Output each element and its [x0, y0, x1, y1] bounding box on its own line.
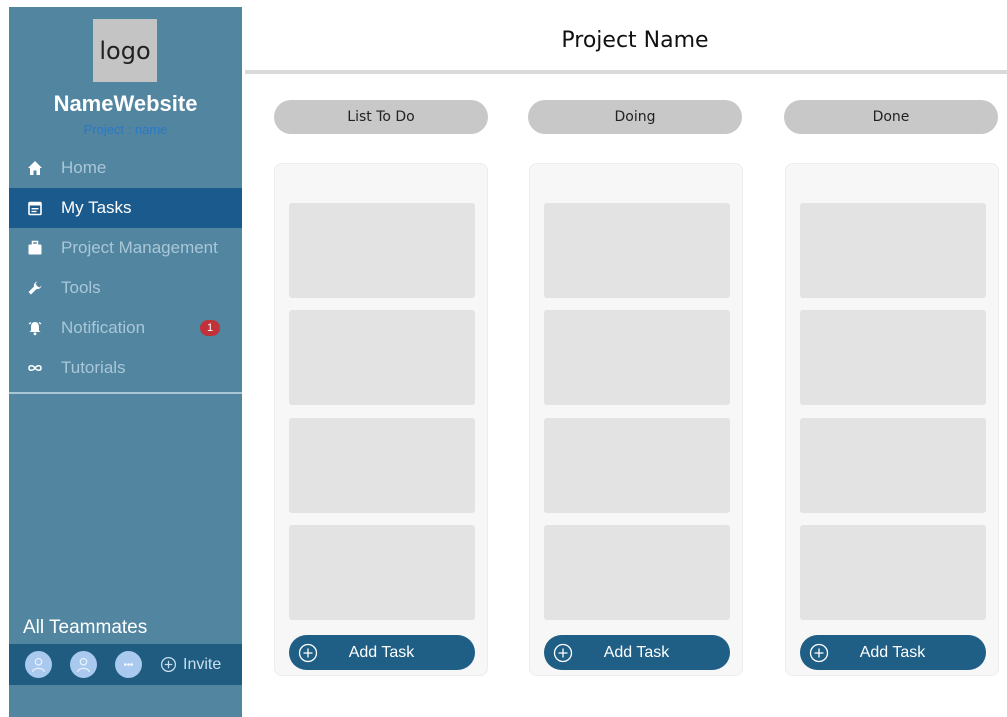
more-icon — [124, 663, 133, 666]
task-card[interactable] — [544, 525, 730, 620]
teammate-avatar[interactable] — [70, 651, 97, 678]
plus-circle-icon — [809, 643, 829, 662]
sidebar-item-label: Tools — [61, 278, 101, 297]
title-divider — [245, 70, 1007, 74]
task-card[interactable] — [544, 418, 730, 513]
logo[interactable]: logo — [93, 19, 157, 82]
home-icon — [26, 159, 44, 177]
sidebar-item-label: Project Management — [61, 238, 218, 257]
column-panel-todo: Add Task — [274, 163, 488, 676]
add-task-button[interactable]: Add Task — [289, 635, 475, 670]
task-card[interactable] — [800, 310, 986, 405]
sidebar: logo NameWebsite Project : name Home My … — [9, 7, 242, 717]
add-task-label: Add Task — [348, 643, 415, 661]
add-task-button[interactable]: Add Task — [800, 635, 986, 670]
add-task-label: Add Task — [603, 643, 670, 661]
teammate-avatar[interactable] — [25, 651, 52, 678]
wrench-icon — [26, 279, 44, 297]
column-header-doing[interactable]: Doing — [528, 100, 742, 134]
calendar-icon — [26, 199, 44, 217]
sidebar-item-label: My Tasks — [61, 198, 132, 217]
sidebar-item-tools[interactable]: Tools — [9, 268, 242, 308]
plus-circle-icon — [553, 643, 573, 662]
plus-circle-icon — [298, 643, 318, 662]
column-panel-done: Add Task — [785, 163, 999, 676]
add-task-button[interactable]: Add Task — [544, 635, 730, 670]
briefcase-icon — [26, 239, 44, 257]
invite-label: Invite — [183, 655, 222, 673]
task-card[interactable] — [544, 203, 730, 298]
column-header-todo[interactable]: List To Do — [274, 100, 488, 134]
task-card[interactable] — [800, 203, 986, 298]
task-card[interactable] — [289, 310, 475, 405]
user-icon — [77, 658, 90, 673]
task-card[interactable] — [289, 418, 475, 513]
add-task-label: Add Task — [859, 643, 926, 661]
plus-circle-icon — [160, 656, 177, 673]
sidebar-item-my-tasks[interactable]: My Tasks — [9, 188, 242, 228]
sidebar-item-label: Notification — [61, 318, 146, 337]
user-icon — [32, 658, 45, 673]
sidebar-item-notification[interactable]: Notification 1 — [9, 308, 242, 348]
column-header-done[interactable]: Done — [784, 100, 998, 134]
invite-button[interactable]: Invite — [160, 656, 221, 674]
task-card[interactable] — [289, 525, 475, 620]
bell-icon — [26, 319, 44, 337]
sidebar-item-home[interactable]: Home — [9, 148, 242, 188]
infinity-icon — [26, 359, 44, 377]
sidebar-item-project-management[interactable]: Project Management — [9, 228, 242, 268]
project-subtitle: Project : name — [83, 122, 168, 137]
site-name: NameWebsite — [53, 91, 198, 116]
column-panel-doing: Add Task — [529, 163, 743, 676]
task-card[interactable] — [544, 310, 730, 405]
teammates-title: All Teammates — [23, 617, 148, 638]
more-teammates-button[interactable] — [115, 651, 142, 678]
notification-badge: 1 — [200, 320, 220, 336]
sidebar-divider — [9, 392, 242, 394]
task-card[interactable] — [800, 418, 986, 513]
task-card[interactable] — [800, 525, 986, 620]
sidebar-item-label: Home — [61, 158, 107, 177]
sidebar-item-label: Tutorials — [61, 358, 126, 377]
task-card[interactable] — [289, 203, 475, 298]
sidebar-item-tutorials[interactable]: Tutorials — [9, 348, 242, 388]
page-title: Project Name — [561, 28, 709, 53]
teammates-bar: Invite — [9, 644, 242, 685]
